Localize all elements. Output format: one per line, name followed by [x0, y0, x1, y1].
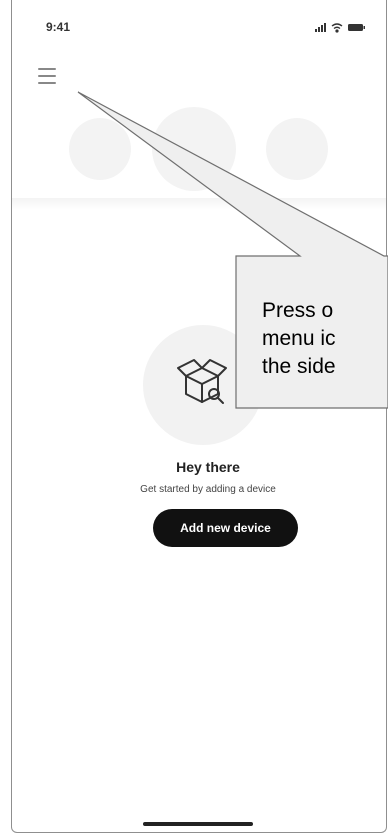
header-divider	[12, 198, 386, 210]
carousel-placeholder-left	[69, 118, 131, 180]
home-indicator[interactable]	[143, 822, 253, 826]
status-icons	[315, 23, 365, 33]
battery-icon	[348, 24, 365, 31]
callout-line-2: menu ic	[262, 327, 336, 350]
status-bar: 9:41	[12, 0, 386, 50]
device-carousel	[12, 95, 386, 205]
add-new-device-button[interactable]: Add new device	[153, 509, 298, 547]
wifi-icon	[331, 23, 343, 33]
hamburger-menu-icon[interactable]	[38, 68, 60, 86]
callout-text: Press o menu ic the side	[262, 297, 336, 381]
empty-state-title: Hey there	[176, 459, 240, 475]
phone-screen: 9:41 Hey there Get started by adding a d…	[11, 0, 387, 833]
carousel-placeholder-center	[152, 107, 236, 191]
callout-line-3: the side	[262, 355, 336, 378]
carousel-placeholder-right	[266, 118, 328, 180]
open-box-icon	[177, 359, 227, 404]
empty-state-subtitle: Get started by adding a device	[140, 484, 276, 495]
signal-icon	[315, 23, 326, 32]
callout-line-1: Press o	[262, 299, 334, 322]
status-time: 9:41	[46, 20, 71, 34]
